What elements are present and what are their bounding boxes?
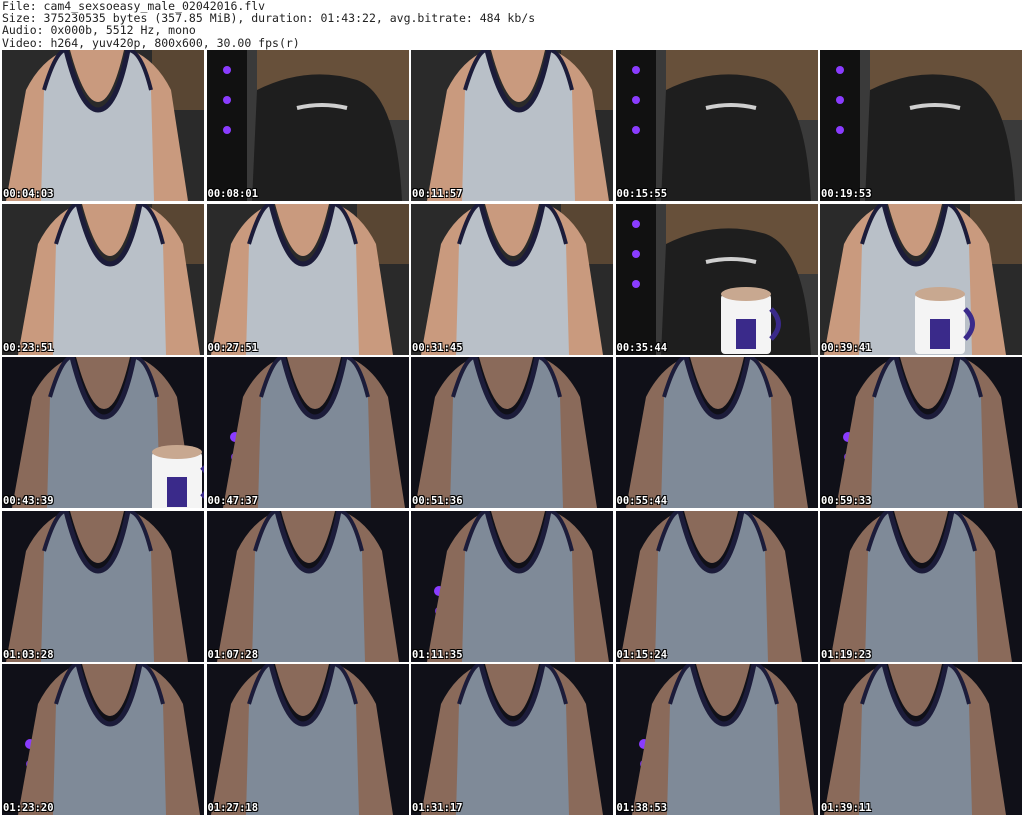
purple-light (222, 126, 231, 134)
mug-print (930, 318, 950, 349)
thumbnail-timestamp: 00:35:44 (616, 341, 668, 354)
purple-light (631, 279, 640, 288)
thumbnail-image (615, 203, 818, 355)
thumbnail-timestamp: 00:11:57 (412, 188, 463, 200)
thumbnail-image (615, 357, 818, 508)
purple-light (836, 126, 844, 134)
thumbnail-timestamp: 00:08:01 (207, 188, 259, 200)
thumbnail-grid: 00:04:03 00:08:01 00:11:57 00:15:55 00:19:53… (2, 50, 1022, 815)
video-thumbnail: 00:59:33 (820, 357, 1022, 508)
thumbnail-timestamp: 01:31:17 (412, 802, 463, 814)
thumbnail-timestamp: 00:15:55 (616, 188, 668, 200)
mug-drink (915, 286, 965, 301)
video-thumbnail: 00:23:51 (2, 203, 204, 355)
thumbnail-timestamp: 01:23:20 (3, 802, 54, 814)
video-thumbnail: 01:31:17 (411, 664, 613, 815)
thumbnail-timestamp: 01:11:35 (412, 648, 463, 661)
purple-light (631, 96, 640, 104)
purple-light (631, 249, 640, 258)
video-thumbnail: 01:07:28 (206, 510, 409, 662)
thumbnail-timestamp: 00:27:51 (207, 341, 259, 354)
video-thumbnail: 00:27:51 (206, 203, 409, 355)
thumbnail-image (206, 50, 409, 201)
thumbnail-timestamp: 01:38:53 (616, 802, 668, 814)
video-thumbnail: 01:15:24 (615, 510, 818, 662)
thumbnail-image (2, 50, 204, 201)
video-thumbnail: 01:03:28 (2, 510, 204, 662)
video-thumbnail: 00:47:37 (206, 357, 409, 508)
video-thumbnail: 00:15:55 (615, 50, 818, 201)
thumbnail-timestamp: 00:51:36 (412, 495, 463, 507)
thumbnail-timestamp: 00:43:39 (3, 495, 54, 507)
thumbnail-timestamp: 01:07:28 (207, 648, 259, 661)
thumbnail-timestamp: 00:47:37 (207, 495, 259, 507)
thumbnail-image (411, 357, 613, 508)
video-thumbnail: 00:08:01 (206, 50, 409, 201)
purple-light (222, 66, 231, 74)
video-thumbnail: 00:19:53 (820, 50, 1022, 201)
purple-light (631, 66, 640, 74)
video-thumbnail: 00:55:44 (615, 357, 818, 508)
video-thumbnail: 00:11:57 (411, 50, 613, 201)
thumbnail-image (820, 357, 1022, 508)
video-thumbnail: 00:39:41 (820, 203, 1022, 355)
purple-light (631, 219, 640, 228)
thumbnail-image (820, 203, 1022, 355)
thumbnail-timestamp: 01:03:28 (3, 648, 54, 661)
video-thumbnail: 00:51:36 (411, 357, 613, 508)
video-info-line: Video: h264, yuv420p, 800x600, 30.00 fps… (2, 35, 300, 50)
mug-print (167, 477, 187, 507)
thumbnail-timestamp: 00:04:03 (3, 188, 54, 200)
thumbnail-image (411, 203, 613, 355)
thumbnail-image (615, 50, 818, 201)
mug-print (735, 318, 756, 349)
thumbnail-image (2, 664, 204, 815)
purple-light (631, 126, 640, 134)
mug-drink (152, 445, 202, 459)
purple-light (836, 66, 844, 74)
video-thumbnail: 01:27:18 (206, 664, 409, 815)
thumbnail-image (411, 50, 613, 201)
thumbnail-image (2, 510, 204, 662)
video-thumbnail: 00:43:39 (2, 357, 204, 508)
thumbnail-image (820, 664, 1022, 815)
thumbnail-timestamp: 00:55:44 (616, 495, 668, 507)
video-thumbnail: 01:11:35 (411, 510, 613, 662)
thumbnail-timestamp: 00:59:33 (821, 495, 872, 507)
thumbnail-timestamp: 00:23:51 (3, 341, 54, 354)
thumbnail-timestamp: 00:31:45 (412, 341, 463, 354)
thumbnail-image (820, 50, 1022, 201)
thumbnail-image (615, 664, 818, 815)
video-thumbnail: 00:31:45 (411, 203, 613, 355)
video-thumbnail: 00:04:03 (2, 50, 204, 201)
audio-info-line: Audio: 0x000b, 5512 Hz, mono (2, 23, 196, 38)
thumbnail-timestamp: 00:39:41 (821, 341, 872, 354)
thumbnail-image (615, 510, 818, 662)
video-thumbnail: 01:38:53 (615, 664, 818, 815)
thumbnail-image (820, 510, 1022, 662)
video-thumbnail: 01:39:11 (820, 664, 1022, 815)
video-thumbnail: 00:35:44 (615, 203, 818, 355)
thumbnail-timestamp: 01:15:24 (616, 648, 668, 661)
thumbnail-timestamp: 00:19:53 (821, 188, 872, 200)
thumbnail-image (2, 357, 204, 508)
thumbnail-image (206, 664, 409, 815)
file-info-header: File: cam4_sexsoeasy_male_02042016.flv S… (0, 0, 1024, 50)
video-thumbnail: 01:19:23 (820, 510, 1022, 662)
thumbnail-image (411, 510, 613, 662)
thumbnail-image (206, 510, 409, 662)
video-thumbnail: 01:23:20 (2, 664, 204, 815)
thumbnail-image (206, 357, 409, 508)
thumbnail-image (2, 203, 204, 355)
mug-drink (720, 286, 771, 301)
thumbnail-timestamp: 01:19:23 (821, 648, 872, 661)
thumbnail-timestamp: 01:27:18 (207, 802, 259, 814)
thumbnail-image (206, 203, 409, 355)
thumbnail-image (411, 664, 613, 815)
purple-light (836, 96, 844, 104)
thumbnail-timestamp: 01:39:11 (821, 802, 872, 814)
purple-light (222, 96, 231, 104)
